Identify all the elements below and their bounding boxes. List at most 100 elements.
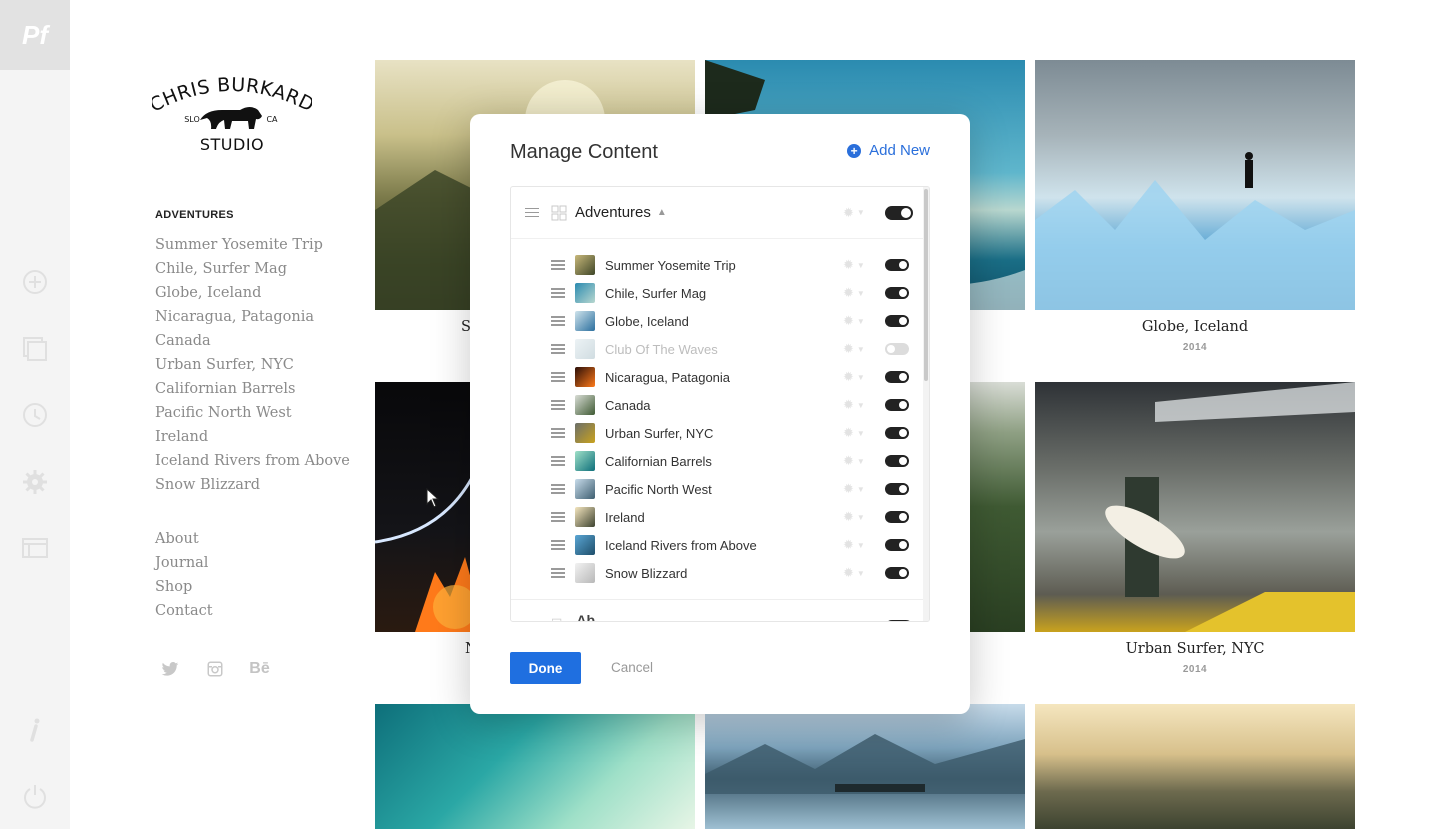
done-button[interactable]: Done [510, 652, 581, 684]
nav-item-album[interactable]: Pacific North West [155, 403, 350, 427]
content-item-row[interactable]: Californian Barrels ✹ ▼ [511, 447, 925, 475]
nav-item-album[interactable]: Californian Barrels [155, 379, 350, 403]
info-icon[interactable] [20, 714, 50, 744]
content-list[interactable]: Adventures ▲ ✹ ▼ Summer Yosemite Trip ✹ ▼ Ch… [510, 186, 930, 622]
page-icon: ▭ [551, 612, 563, 622]
group-row-adventures[interactable]: Adventures ▲ ✹ ▼ [511, 187, 925, 239]
gear-icon[interactable]: ✹ ▼ [843, 369, 865, 385]
gallery-tile-ireland[interactable] [1035, 704, 1355, 829]
drag-handle-icon[interactable] [551, 372, 565, 382]
pages-icon[interactable] [20, 334, 50, 364]
drag-handle-icon[interactable] [551, 484, 565, 494]
layout-icon[interactable] [20, 533, 50, 563]
history-icon[interactable] [20, 400, 50, 430]
svg-text:CA: CA [266, 115, 278, 124]
gear-icon[interactable]: ✹ ▼ [843, 341, 865, 357]
add-new-button[interactable]: + Add New [847, 142, 930, 159]
drag-handle-icon[interactable] [551, 288, 565, 298]
add-icon[interactable] [20, 267, 50, 297]
gear-icon[interactable]: ✹ ▼ [843, 285, 865, 301]
content-item-row[interactable]: Snow Blizzard ✹ ▼ [511, 559, 925, 587]
nav-item-album[interactable]: Snow Blizzard [155, 475, 350, 499]
drag-handle-icon[interactable] [551, 260, 565, 270]
item-toggle[interactable] [885, 371, 909, 383]
item-toggle[interactable] [885, 455, 909, 467]
group-toggle[interactable] [885, 620, 913, 621]
settings-icon[interactable] [20, 467, 50, 497]
album-nav: Summer Yosemite Trip Chile, Surfer Mag G… [155, 235, 350, 499]
gear-icon[interactable]: ✹ ▼ [843, 509, 865, 525]
nav-item-shop[interactable]: Shop [155, 577, 213, 601]
content-item-row[interactable]: Summer Yosemite Trip ✹ ▼ [511, 251, 925, 279]
nav-item-contact[interactable]: Contact [155, 601, 213, 625]
item-label: Globe, Iceland [605, 313, 689, 329]
content-item-row[interactable]: Chile, Surfer Mag ✹ ▼ [511, 279, 925, 307]
item-toggle[interactable] [885, 427, 909, 439]
gear-icon[interactable]: ✹ ▼ [843, 537, 865, 553]
item-toggle[interactable] [885, 483, 909, 495]
content-item-row[interactable]: Ireland ✹ ▼ [511, 503, 925, 531]
drag-handle-icon[interactable] [525, 207, 539, 218]
nav-heading[interactable]: ADVENTURES [155, 209, 234, 221]
item-label: Iceland Rivers from Above [605, 537, 757, 553]
item-toggle[interactable] [885, 399, 909, 411]
gallery-tile-urban-surfer[interactable] [1035, 382, 1355, 632]
drag-handle-icon[interactable] [551, 428, 565, 438]
gear-icon[interactable]: ✹ ▼ [843, 565, 865, 581]
drag-handle-icon[interactable] [551, 400, 565, 410]
behance-icon[interactable]: Bē [248, 657, 271, 680]
app-logo[interactable]: Pf [0, 0, 70, 70]
nav-item-album[interactable]: Iceland Rivers from Above [155, 451, 350, 475]
nav-item-album[interactable]: Canada [155, 331, 350, 355]
gallery-tile-globe-iceland[interactable] [1035, 60, 1355, 310]
content-item-row[interactable]: Globe, Iceland ✹ ▼ [511, 307, 925, 335]
gear-icon[interactable]: ✹ ▼ [843, 397, 865, 413]
nav-item-album[interactable]: Ireland [155, 427, 350, 451]
drag-handle-icon[interactable] [551, 512, 565, 522]
power-icon[interactable] [20, 781, 50, 811]
item-toggle[interactable] [885, 259, 909, 271]
gear-icon[interactable]: ✹ ▼ [843, 453, 865, 469]
item-toggle[interactable] [885, 315, 909, 327]
gear-icon[interactable]: ✹ ▼ [843, 257, 865, 273]
drag-handle-icon[interactable] [551, 456, 565, 466]
gear-icon[interactable]: ✹ ▼ [843, 425, 865, 441]
brand-logo[interactable]: CHRIS BURKARD SLO CA STUDIO [146, 74, 318, 156]
twitter-icon[interactable] [158, 657, 181, 680]
item-toggle[interactable] [885, 511, 909, 523]
item-toggle[interactable] [885, 567, 909, 579]
nav-item-album[interactable]: Urban Surfer, NYC [155, 355, 350, 379]
item-toggle[interactable] [885, 343, 909, 355]
nav-item-album[interactable]: Chile, Surfer Mag [155, 259, 350, 283]
drag-handle-icon[interactable] [551, 316, 565, 326]
gear-icon[interactable]: ✹ ▼ [843, 205, 865, 221]
item-thumbnail [575, 423, 595, 443]
group-toggle[interactable] [885, 205, 913, 220]
content-item-row[interactable]: Nicaragua, Patagonia ✹ ▼ [511, 363, 925, 391]
item-toggle[interactable] [885, 287, 909, 299]
nav-item-album[interactable]: Globe, Iceland [155, 283, 350, 307]
gallery-tile-californian-barrels[interactable] [375, 704, 695, 829]
cancel-button[interactable]: Cancel [611, 660, 653, 675]
nav-item-journal[interactable]: Journal [155, 553, 213, 577]
drag-handle-icon[interactable] [551, 540, 565, 550]
nav-item-about[interactable]: About [155, 529, 213, 553]
content-item-row[interactable]: Club Of The Waves ✹ ▼ [511, 335, 925, 363]
content-item-row[interactable]: Canada ✹ ▼ [511, 391, 925, 419]
scrollbar[interactable] [923, 187, 929, 621]
drag-handle-icon[interactable] [551, 344, 565, 354]
content-item-row[interactable]: Pacific North West ✹ ▼ [511, 475, 925, 503]
chevron-up-icon[interactable]: ▲ [657, 207, 667, 218]
drag-handle-icon[interactable] [551, 568, 565, 578]
gear-icon[interactable]: ✹ ▼ [843, 481, 865, 497]
gallery-tile-pacific-northwest[interactable] [705, 704, 1025, 829]
gear-icon[interactable]: ✹ ▼ [843, 313, 865, 329]
content-item-row[interactable]: Iceland Rivers from Above ✹ ▼ [511, 531, 925, 559]
item-toggle[interactable] [885, 539, 909, 551]
group-row-about-partial[interactable]: ▭ Ab [511, 599, 925, 622]
nav-item-album[interactable]: Summer Yosemite Trip [155, 235, 350, 259]
scrollbar-thumb[interactable] [924, 189, 928, 381]
content-item-row[interactable]: Urban Surfer, NYC ✹ ▼ [511, 419, 925, 447]
instagram-icon[interactable] [203, 657, 226, 680]
nav-item-album[interactable]: Nicaragua, Patagonia [155, 307, 350, 331]
